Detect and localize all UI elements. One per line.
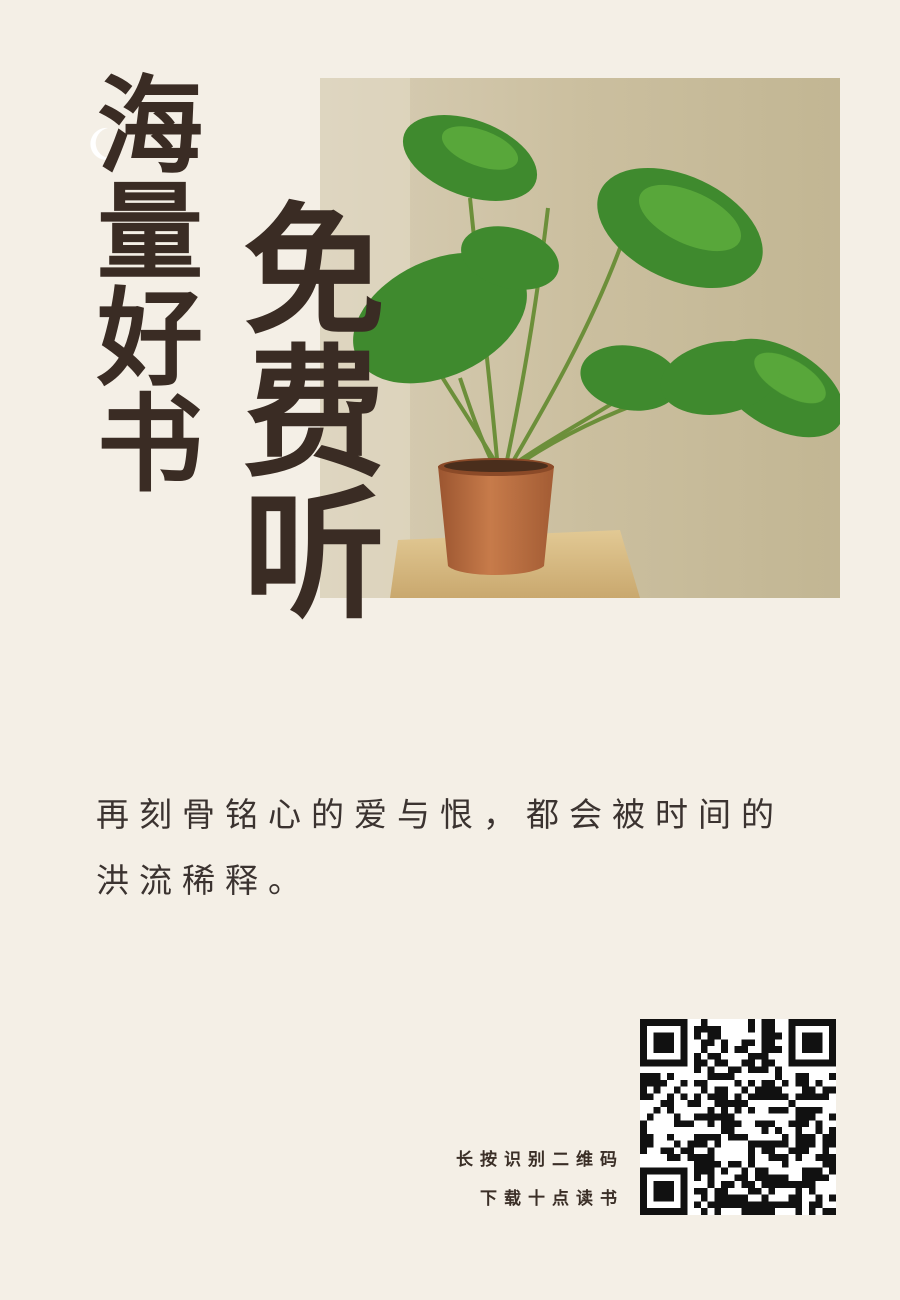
qr-caption-line2: 下载十点读书: [480, 1189, 624, 1209]
potted-monstera-plant-image: [320, 78, 840, 598]
qr-code[interactable]: [640, 1019, 836, 1215]
title-right: 免费听: [218, 196, 384, 622]
title-left: 海量好书: [79, 70, 204, 494]
quote-text: 再刻骨铭心的爱与恨，都会被时间的洪流稀释。: [96, 795, 784, 900]
qr-code-image: [640, 1019, 836, 1215]
plant-photo: [320, 78, 840, 598]
qr-caption-line1: 长按识别二维码: [456, 1150, 624, 1170]
